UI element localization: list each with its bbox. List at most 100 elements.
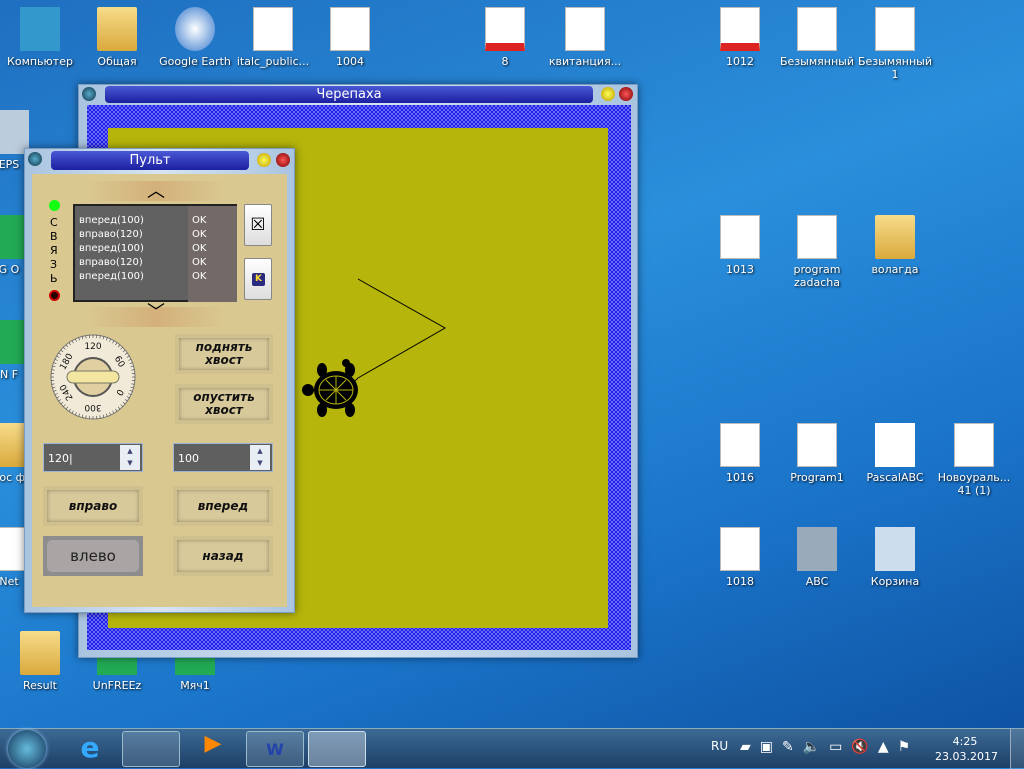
- connection-letter: С: [50, 216, 60, 230]
- desktop-icon-label: 1004: [311, 55, 389, 68]
- log-command: вперед(100): [79, 242, 192, 256]
- desktop-icon-label: program zadacha: [778, 263, 856, 289]
- pdf-icon: [485, 7, 525, 51]
- minimize-icon[interactable]: [601, 87, 615, 101]
- desktop-icon[interactable]: 1004: [311, 7, 389, 68]
- desktop-icon[interactable]: 8: [466, 7, 544, 68]
- folder-icon: [20, 631, 60, 675]
- desktop-icon[interactable]: Безымянный 1: [856, 7, 934, 81]
- forward-button[interactable]: вперед: [173, 486, 273, 526]
- desktop-icon[interactable]: Новоураль... 41 (1): [935, 423, 1013, 497]
- desktop-icon-label: Компьютер: [1, 55, 79, 68]
- turtle-icon: [302, 359, 358, 417]
- doc-icon: [720, 527, 760, 571]
- excel-icon: [954, 423, 994, 467]
- desktop-icon[interactable]: Google Earth: [156, 7, 234, 68]
- pin-icon[interactable]: [28, 152, 42, 166]
- language-indicator[interactable]: RU: [711, 739, 728, 753]
- desktop-icon[interactable]: program zadacha: [778, 215, 856, 289]
- log-row: вперед(100)OK: [79, 242, 235, 256]
- minimize-icon[interactable]: [257, 153, 271, 167]
- angle-dial[interactable]: 120600300240180: [50, 334, 136, 420]
- log-status: OK: [192, 256, 206, 270]
- desktop-icon-label: квитанция...: [546, 55, 624, 68]
- desktop-icon-label: волагда: [856, 263, 934, 276]
- doc-icon: [565, 7, 605, 51]
- angle-stepper[interactable]: ▲▼: [120, 445, 140, 470]
- desktop-icon[interactable]: 1012: [701, 7, 779, 68]
- lower-tail-button[interactable]: опустить хвост: [175, 384, 273, 424]
- scroll-down-button[interactable]: ﹀: [88, 307, 224, 327]
- desktop-icon[interactable]: Компьютер: [1, 7, 79, 68]
- desktop-icon-label: UnFREEz: [78, 679, 156, 692]
- connection-letter: Я: [50, 244, 60, 258]
- desktop-icon[interactable]: волагда: [856, 215, 934, 276]
- desktop-icon[interactable]: Program1: [778, 423, 856, 484]
- desktop-icon[interactable]: Result: [1, 631, 79, 692]
- taskbar-word[interactable]: W: [246, 731, 304, 767]
- log-command: вправо(120): [79, 228, 192, 242]
- desktop-icon[interactable]: 1018: [701, 527, 779, 588]
- desktop-icon[interactable]: ABC: [778, 527, 856, 588]
- globe-icon: [175, 7, 215, 51]
- gear-icon: [797, 527, 837, 571]
- abc-icon: [875, 423, 915, 467]
- control-window-title: Пульт: [51, 151, 249, 170]
- desktop-icon[interactable]: Безымянный: [778, 7, 856, 68]
- show-desktop-button[interactable]: [1010, 729, 1024, 769]
- desktop-icon-label: Result: [1, 679, 79, 692]
- connection-on-indicator: [49, 200, 60, 211]
- dial-label: 120: [84, 342, 101, 352]
- right-button[interactable]: вправо: [43, 486, 143, 526]
- desktop-icon[interactable]: квитанция...: [546, 7, 624, 68]
- folder-icon: [97, 7, 137, 51]
- desktop-icon-label: Безымянный: [778, 55, 856, 68]
- left-button[interactable]: влево: [43, 536, 143, 576]
- log-row: вперед(100)OK: [79, 214, 235, 228]
- word-icon: [797, 215, 837, 259]
- taskbar-media-player[interactable]: ▶: [184, 731, 242, 767]
- desktop-icon-label: Program1: [778, 471, 856, 484]
- command-log: вперед(100)OKвправо(120)OKвперед(100)OKв…: [73, 204, 237, 302]
- clock[interactable]: 4:2523.03.2017: [935, 734, 995, 764]
- close-icon[interactable]: [619, 87, 633, 101]
- desktop-icon-label: Мяч1: [156, 679, 234, 692]
- log-command: вперед(100): [79, 214, 192, 228]
- desktop-icon[interactable]: PascalABC: [856, 423, 934, 484]
- angle-input[interactable]: 120|▲▼: [43, 443, 143, 472]
- desktop-icon-label: 1018: [701, 575, 779, 588]
- pin-icon[interactable]: [82, 87, 96, 101]
- log-command: вперед(100): [79, 270, 192, 284]
- taskbar-ie[interactable]: e: [62, 731, 118, 767]
- connection-label: СВЯЗЬ: [50, 216, 60, 286]
- folder-icon: [875, 215, 915, 259]
- clear-button[interactable]: ☒: [244, 204, 272, 246]
- dial-label: 300: [84, 402, 101, 412]
- back-button[interactable]: назад: [173, 536, 273, 576]
- log-status: OK: [192, 242, 206, 256]
- taskbar-app[interactable]: [308, 731, 366, 767]
- desktop-icon-label: ABC: [778, 575, 856, 588]
- start-button[interactable]: [8, 730, 46, 768]
- desktop-icon[interactable]: italc_public...: [234, 7, 312, 68]
- log-status: OK: [192, 228, 206, 242]
- distance-input[interactable]: 100▲▼: [173, 443, 273, 472]
- desktop-icon-label: 1013: [701, 263, 779, 276]
- close-icon[interactable]: [276, 153, 290, 167]
- control-panel: ︿ СВЯЗЬ вперед(100)OKвправо(120)OKвперед…: [32, 174, 287, 607]
- desktop-icon-label: Новоураль... 41 (1): [935, 471, 1013, 497]
- connection-letter: Ь: [50, 272, 60, 286]
- log-status: OK: [192, 214, 206, 228]
- desktop-icon-label: 8: [466, 55, 544, 68]
- desktop-icon[interactable]: Общая: [78, 7, 156, 68]
- desktop-icon[interactable]: 1013: [701, 215, 779, 276]
- doc-icon: [253, 7, 293, 51]
- scroll-up-button[interactable]: ︿: [88, 181, 224, 201]
- desktop-icon[interactable]: Корзина: [856, 527, 934, 588]
- k-button[interactable]: K: [244, 258, 272, 300]
- taskbar-explorer[interactable]: [122, 731, 180, 767]
- raise-tail-button[interactable]: поднять хвост: [175, 334, 273, 374]
- desktop-icon[interactable]: 1016: [701, 423, 779, 484]
- connection-letter: В: [50, 230, 60, 244]
- distance-stepper[interactable]: ▲▼: [250, 445, 270, 470]
